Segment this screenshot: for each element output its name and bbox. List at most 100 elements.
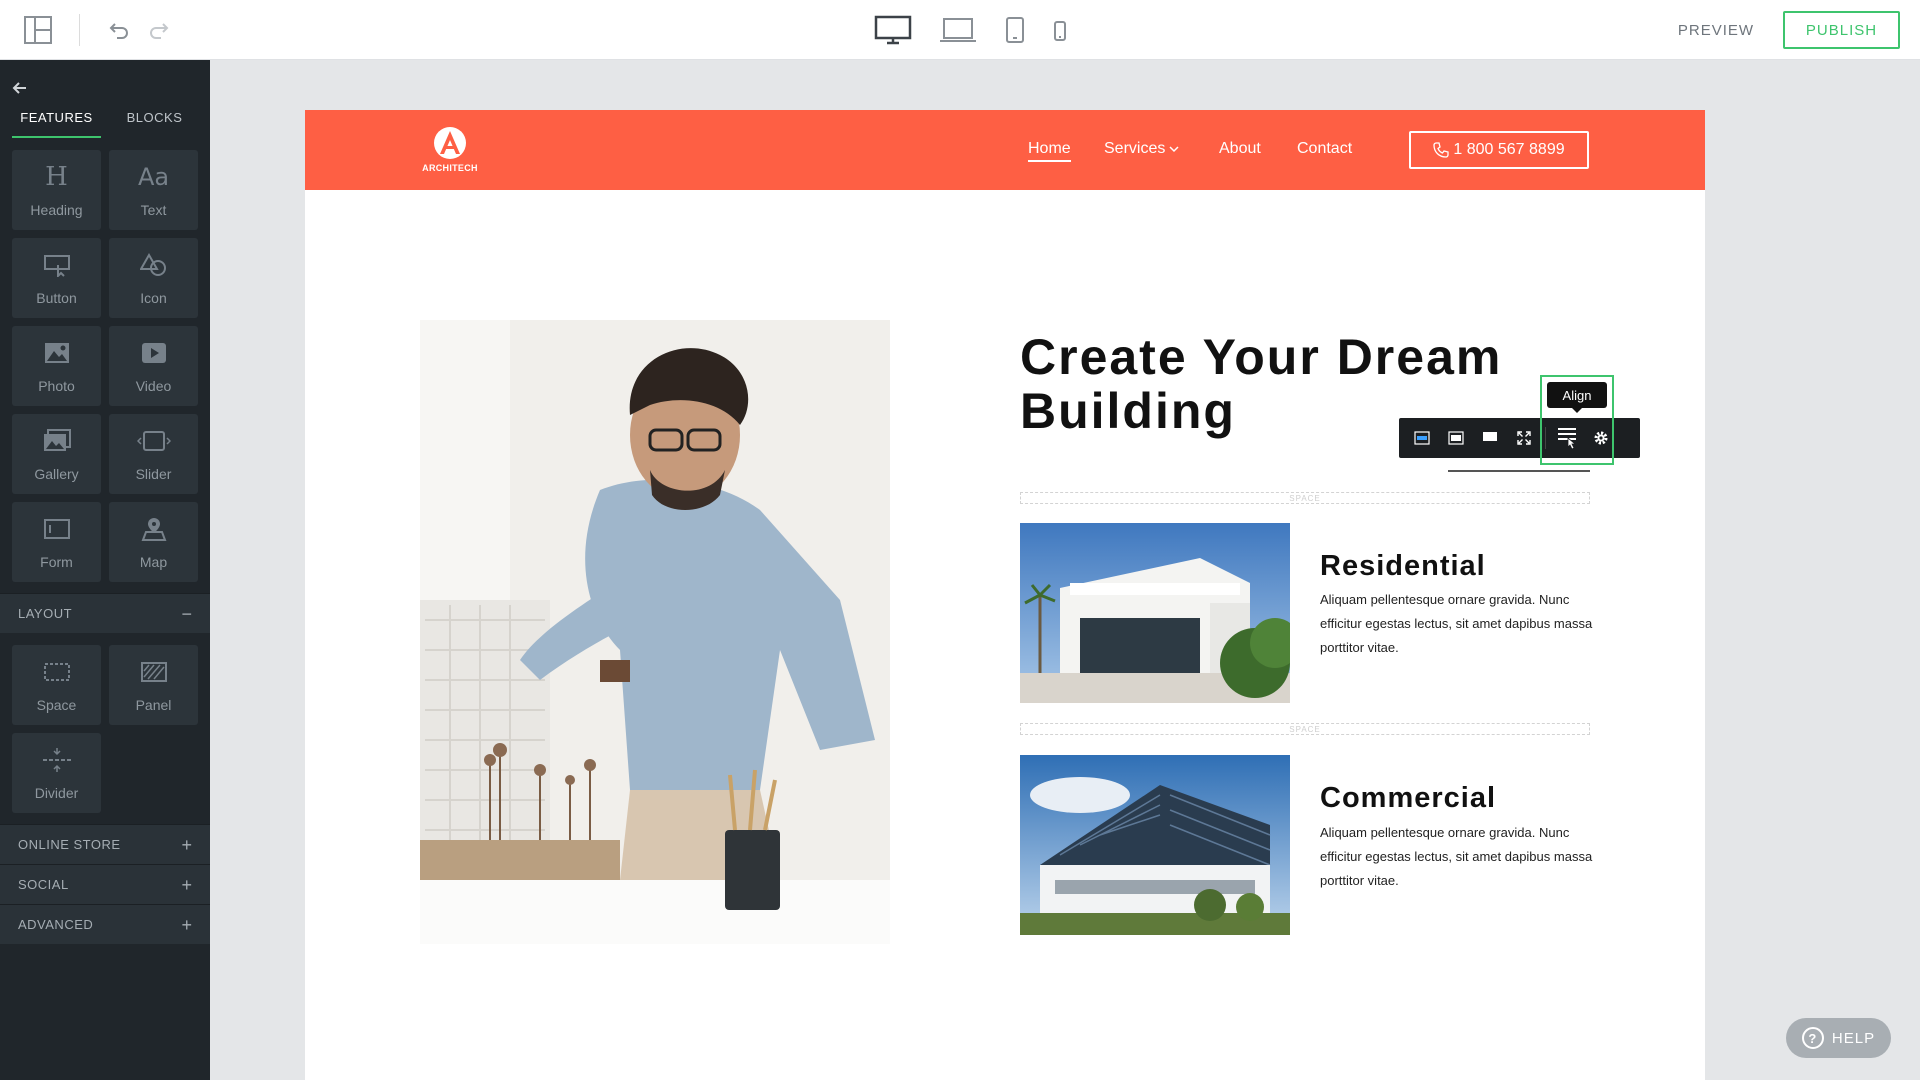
site-logo[interactable]: ARCHITECH [420, 125, 480, 177]
shapes-icon [109, 250, 198, 280]
redo-icon[interactable] [145, 16, 173, 44]
feature-map[interactable]: Map [109, 502, 198, 582]
space-label: SPACE [1289, 724, 1321, 734]
nav-services[interactable]: Services [1104, 140, 1179, 158]
section-online-store[interactable]: ONLINE STORE + [0, 824, 210, 864]
feature-video[interactable]: Video [109, 326, 198, 406]
map-icon [109, 514, 198, 544]
tile-label: Form [40, 554, 73, 570]
card-title-commercial[interactable]: Commercial [1320, 782, 1496, 815]
feature-form[interactable]: Form [12, 502, 101, 582]
help-button[interactable]: ? HELP [1786, 1018, 1891, 1058]
fullscreen-icon[interactable] [1507, 418, 1541, 458]
layout-space[interactable]: Space [12, 645, 101, 725]
residential-photo[interactable] [1020, 523, 1290, 703]
tile-label: Icon [140, 290, 167, 306]
tile-label: Video [135, 378, 172, 394]
width-large-icon[interactable] [1473, 418, 1507, 458]
card-text-commercial[interactable]: Aliquam pellentesque ornare gravida. Nun… [1320, 821, 1600, 893]
phone-button[interactable]: 1 800 567 8899 [1409, 131, 1589, 169]
expand-icon[interactable]: + [181, 836, 192, 854]
sidebar: FEATURES BLOCKS H Heading Aa Text Button… [0, 60, 210, 1080]
space-block[interactable]: SPACE [1020, 723, 1590, 735]
text-icon: Aa [137, 163, 170, 191]
logo-text: ARCHITECH [422, 163, 478, 173]
tablet-icon[interactable] [1003, 14, 1027, 46]
feature-text[interactable]: Aa Text [109, 150, 198, 230]
section-label: ONLINE STORE [18, 837, 121, 852]
divider-icon [12, 745, 101, 775]
card-title-residential[interactable]: Residential [1320, 550, 1486, 583]
phone-icon [1433, 142, 1450, 158]
card-text-residential[interactable]: Aliquam pellentesque ornare gravida. Nun… [1320, 588, 1600, 660]
undo-icon[interactable] [105, 16, 133, 44]
section-advanced[interactable]: ADVANCED + [0, 904, 210, 944]
feature-gallery[interactable]: Gallery [12, 414, 101, 494]
expand-icon[interactable]: + [181, 876, 192, 894]
tile-label: Photo [38, 378, 75, 394]
commercial-photo[interactable] [1020, 755, 1290, 935]
gallery-icon [12, 426, 101, 456]
space-block[interactable]: SPACE [1020, 492, 1590, 504]
tile-label: Panel [135, 697, 172, 713]
laptop-icon[interactable] [938, 14, 978, 46]
chevron-down-icon [1169, 146, 1179, 153]
hero-photo[interactable] [420, 320, 890, 944]
layout-panels-icon[interactable] [22, 14, 54, 46]
tile-label: Text [140, 202, 167, 218]
space-label: SPACE [1289, 493, 1321, 503]
tile-label: Divider [34, 785, 79, 801]
divider-line[interactable] [1448, 470, 1590, 472]
nav-services-label: Services [1104, 140, 1166, 157]
logo-mark-icon [434, 127, 466, 159]
tab-blocks[interactable]: BLOCKS [110, 110, 199, 138]
feature-icon[interactable]: Icon [109, 238, 198, 318]
form-icon [12, 514, 101, 544]
nav-about[interactable]: About [1219, 140, 1261, 158]
tile-label: Button [36, 290, 77, 306]
nav-contact[interactable]: Contact [1297, 140, 1352, 158]
collapse-icon[interactable]: − [181, 605, 192, 623]
width-small-icon[interactable] [1405, 418, 1439, 458]
feature-slider[interactable]: Slider [109, 414, 198, 494]
feature-photo[interactable]: Photo [12, 326, 101, 406]
toolbar-separator [79, 14, 80, 46]
expand-icon[interactable]: + [181, 916, 192, 934]
button-icon [12, 250, 101, 280]
question-icon: ? [1801, 1027, 1824, 1049]
tile-label: Space [36, 697, 77, 713]
section-layout[interactable]: LAYOUT − [0, 593, 210, 633]
preview-button[interactable]: PREVIEW [1666, 18, 1766, 42]
desktop-icon[interactable] [872, 14, 914, 46]
nav-home[interactable]: Home [1028, 140, 1071, 162]
section-label: SOCIAL [18, 877, 69, 892]
photo-icon [12, 338, 101, 368]
page-canvas: ARCHITECH Home Services About Contact 1 … [305, 110, 1705, 1080]
feature-button[interactable]: Button [12, 238, 101, 318]
tile-label: Map [139, 554, 168, 570]
slider-icon [109, 426, 198, 456]
top-toolbar: PREVIEW PUBLISH [0, 0, 1920, 60]
video-icon [109, 338, 198, 368]
heading-icon: H [45, 162, 68, 192]
site-header[interactable]: ARCHITECH Home Services About Contact 1 … [305, 110, 1705, 190]
mobile-icon[interactable] [1052, 18, 1068, 44]
panel-icon [109, 657, 198, 687]
publish-button[interactable]: PUBLISH [1783, 11, 1900, 49]
tab-features[interactable]: FEATURES [12, 110, 101, 138]
layout-panel[interactable]: Panel [109, 645, 198, 725]
help-label: HELP [1831, 1029, 1876, 1047]
section-label: ADVANCED [18, 917, 94, 932]
section-social[interactable]: SOCIAL + [0, 864, 210, 904]
tile-label: Slider [135, 466, 172, 482]
layout-divider[interactable]: Divider [12, 733, 101, 813]
width-medium-icon[interactable] [1439, 418, 1473, 458]
section-label: LAYOUT [18, 606, 73, 621]
space-icon [12, 657, 101, 687]
tile-label: Gallery [34, 466, 79, 482]
feature-heading[interactable]: H Heading [12, 150, 101, 230]
phone-number: 1 800 567 8899 [1453, 141, 1565, 158]
back-arrow-icon[interactable] [12, 80, 28, 96]
align-tooltip: Align [1547, 382, 1607, 413]
tile-label: Heading [30, 202, 83, 218]
